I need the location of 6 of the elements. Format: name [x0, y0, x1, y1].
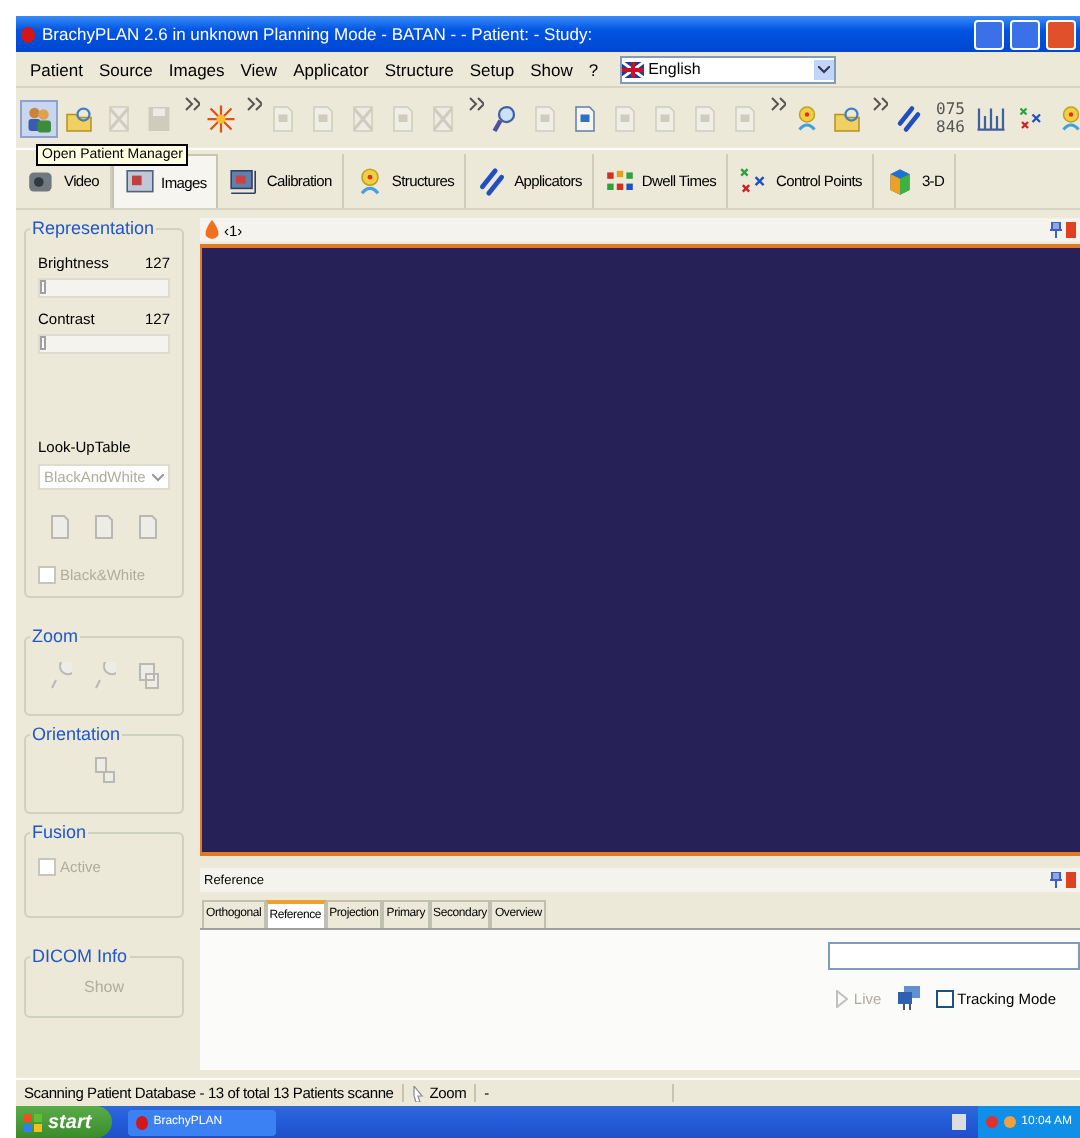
- window-title: BrachyPLAN 2.6 in unknown Planning Mode - BATAN - - Patient: - Study:: [42, 24, 595, 44]
- group-title: DICOM Info: [30, 946, 130, 966]
- group-title: Fusion: [30, 822, 89, 842]
- group-title: Representation: [30, 218, 157, 238]
- group-title: Zoom: [30, 626, 81, 646]
- group-title: Orientation: [30, 724, 123, 744]
